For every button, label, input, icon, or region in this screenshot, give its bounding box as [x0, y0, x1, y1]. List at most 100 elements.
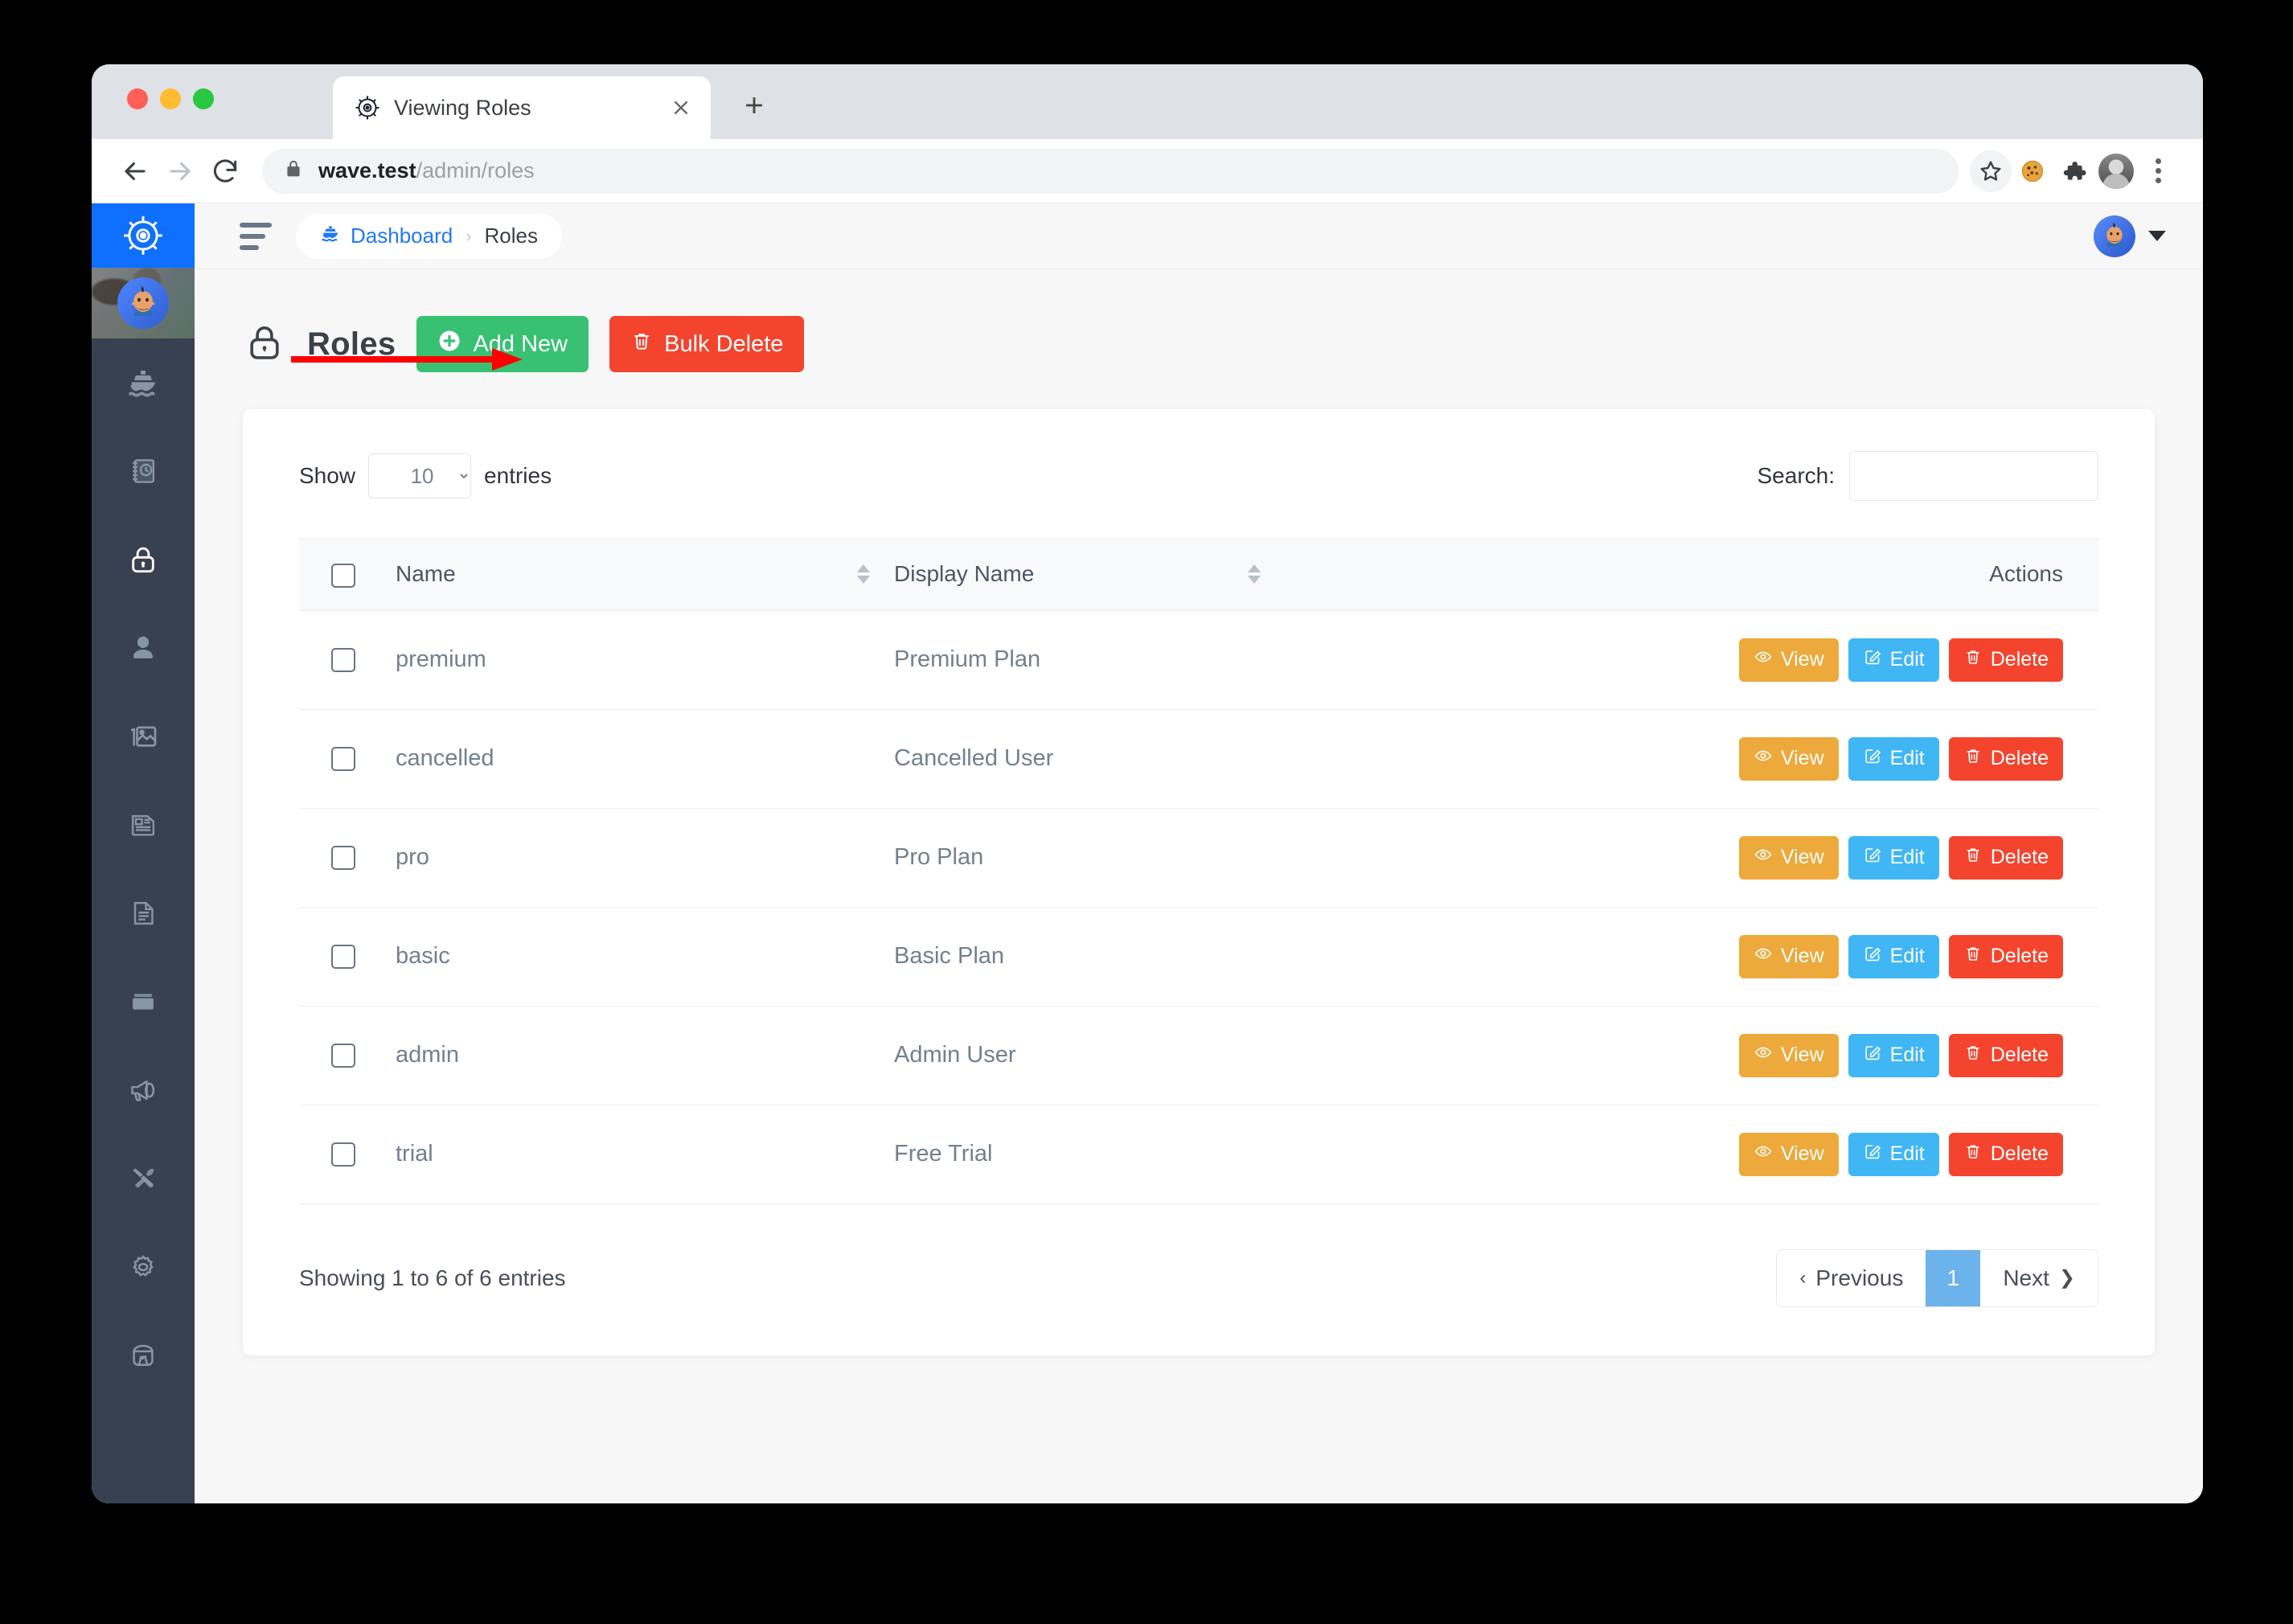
add-new-button[interactable]: Add New	[416, 316, 589, 372]
edit-button[interactable]: Edit	[1848, 736, 1939, 781]
row-checkbox[interactable]	[331, 747, 355, 772]
edit-button[interactable]: Edit	[1848, 1033, 1939, 1077]
sidebar-item-categories[interactable]	[92, 958, 195, 1046]
edit-button[interactable]: Edit	[1848, 835, 1939, 880]
delete-button[interactable]: Delete	[1948, 835, 2063, 880]
lock-icon	[243, 321, 286, 368]
sidebar-item-media[interactable]	[92, 692, 195, 781]
view-button[interactable]: View	[1738, 934, 1839, 978]
sort-arrows-icon[interactable]	[1247, 564, 1261, 584]
pagination: ‹ Previous 1 Next ❯	[1776, 1249, 2098, 1307]
delete-button[interactable]: Delete	[1948, 1033, 2063, 1077]
close-icon[interactable]	[667, 94, 695, 121]
delete-button[interactable]: Delete	[1948, 934, 2063, 978]
entries-label: entries	[484, 463, 552, 488]
edit-label: Edit	[1889, 1142, 1925, 1166]
address-bar[interactable]: wave.test/admin/roles	[262, 148, 1959, 194]
bulk-delete-label: Bulk Delete	[664, 330, 784, 357]
minimize-window-button[interactable]	[160, 88, 181, 109]
sidebar-item-settings[interactable]	[92, 1223, 195, 1311]
bulk-delete-button[interactable]: Bulk Delete	[609, 316, 805, 372]
close-window-button[interactable]	[127, 88, 148, 109]
delete-label: Delete	[1990, 648, 2049, 671]
cookie-icon[interactable]	[2012, 150, 2053, 192]
extensions-puzzle-icon[interactable]	[2053, 150, 2095, 192]
reload-icon[interactable]	[203, 149, 248, 194]
hamburger-icon[interactable]	[240, 222, 272, 250]
arrow-right-icon[interactable]	[158, 149, 203, 194]
chevron-left-icon: ‹	[1799, 1266, 1807, 1289]
sidebar-item-themes[interactable]	[92, 1311, 195, 1400]
column-header-display-name[interactable]: Display Name	[894, 538, 1285, 611]
view-label: View	[1780, 747, 1824, 770]
url-domain: wave.test	[318, 158, 416, 182]
sidebar-item-ship[interactable]	[92, 338, 195, 427]
edit-button[interactable]: Edit	[1848, 934, 1939, 978]
table-row: cancelled Cancelled User View Edit Delete	[299, 709, 2098, 809]
sidebar-logo[interactable]	[92, 203, 195, 268]
view-button[interactable]: View	[1738, 1033, 1839, 1077]
delete-button[interactable]: Delete	[1948, 1132, 2063, 1176]
page-content: Roles Add New Bulk Delete Show 10 entrie…	[195, 269, 2203, 1503]
delete-label: Delete	[1990, 1044, 2049, 1067]
top-navbar: Dashboard › Roles	[195, 203, 2203, 269]
breadcrumb-dashboard-link[interactable]: Dashboard	[320, 223, 453, 249]
view-button[interactable]: View	[1738, 638, 1839, 682]
user-avatar[interactable]	[117, 277, 169, 329]
length-control: Show 10 entries	[299, 453, 552, 498]
window-controls[interactable]	[127, 88, 214, 109]
view-button[interactable]: View	[1738, 1132, 1839, 1176]
navbar-user-menu[interactable]	[2094, 215, 2166, 257]
delete-button[interactable]: Delete	[1948, 736, 2063, 781]
pagination-next[interactable]: Next ❯	[1980, 1249, 2098, 1306]
datatable-footer: Showing 1 to 6 of 6 entries ‹ Previous 1…	[299, 1249, 2098, 1307]
view-label: View	[1780, 1044, 1824, 1067]
edit-label: Edit	[1889, 846, 1925, 869]
trash-icon	[1963, 746, 1983, 771]
sidebar-item-users[interactable]	[92, 604, 195, 692]
edit-button[interactable]: Edit	[1848, 1132, 1939, 1176]
edit-button[interactable]: Edit	[1848, 638, 1939, 682]
sidebar-item-tools[interactable]	[92, 1134, 195, 1223]
sidebar-item-roles[interactable]	[92, 515, 195, 604]
delete-button[interactable]: Delete	[1948, 638, 2063, 682]
row-checkbox[interactable]	[331, 846, 355, 871]
maximize-window-button[interactable]	[193, 88, 214, 109]
page-header: Roles Add New Bulk Delete	[243, 316, 2155, 372]
avatar[interactable]	[2094, 215, 2135, 257]
row-checkbox[interactable]	[331, 1044, 355, 1068]
pagination-page-1[interactable]: 1	[1926, 1249, 1981, 1306]
tab-title: Viewing Roles	[394, 95, 531, 120]
cell-actions: View Edit Delete	[1284, 709, 2098, 809]
table-row: basic Basic Plan View Edit Delete	[299, 907, 2098, 1007]
pagination-previous[interactable]: ‹ Previous	[1777, 1249, 1926, 1306]
column-label-display-name: Display Name	[894, 561, 1035, 587]
kebab-menu-icon[interactable]	[2137, 150, 2179, 192]
chevron-down-icon[interactable]	[2148, 231, 2166, 241]
column-header-name[interactable]: Name	[396, 538, 894, 611]
profile-avatar[interactable]	[2095, 150, 2137, 192]
sidebar-item-logs[interactable]	[92, 427, 195, 515]
url-text: wave.test/admin/roles	[318, 158, 535, 183]
row-checkbox[interactable]	[331, 648, 355, 673]
column-label-actions: Actions	[1989, 561, 2063, 587]
delete-label: Delete	[1990, 747, 2049, 770]
row-checkbox[interactable]	[331, 945, 355, 970]
sidebar-item-pages[interactable]	[92, 869, 195, 958]
sort-arrows-icon[interactable]	[857, 564, 870, 584]
view-button[interactable]: View	[1738, 736, 1839, 781]
browser-tab[interactable]: Viewing Roles	[333, 76, 711, 139]
sidebar-item-posts[interactable]	[92, 781, 195, 869]
sidebar-item-announcements[interactable]	[92, 1046, 195, 1134]
star-icon[interactable]	[1970, 150, 2012, 192]
arrow-left-icon[interactable]	[113, 149, 158, 194]
row-checkbox[interactable]	[331, 1142, 355, 1167]
new-tab-button[interactable]	[735, 86, 773, 125]
breadcrumb-dashboard-label: Dashboard	[351, 224, 453, 248]
search-input[interactable]	[1849, 451, 2098, 501]
entries-length-select[interactable]: 10	[368, 453, 472, 498]
select-all-checkbox[interactable]	[331, 563, 355, 588]
trash-icon	[1963, 1142, 1983, 1167]
view-button[interactable]: View	[1738, 835, 1839, 880]
add-new-label: Add New	[473, 330, 568, 357]
